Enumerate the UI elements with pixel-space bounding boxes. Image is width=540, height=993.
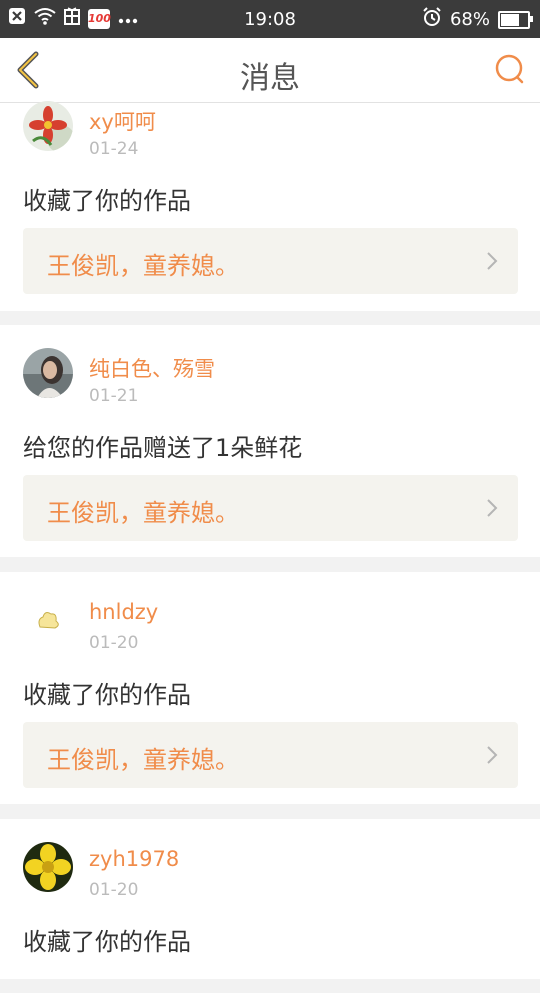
search-button[interactable] <box>494 53 526 85</box>
message-action: 给您的作品赠送了1朵鲜花 <box>23 434 303 462</box>
sender-name[interactable]: hnldzy <box>89 600 158 624</box>
message-card: zyh1978 01-20 收藏了你的作品 <box>0 819 540 979</box>
status-bar: 100 19:08 68% <box>0 0 540 38</box>
sender-name[interactable]: zyh1978 <box>89 847 179 871</box>
message-date: 01-20 <box>89 880 139 900</box>
message-action: 收藏了你的作品 <box>23 187 191 215</box>
battery-fill <box>501 13 519 26</box>
yellow-flower-avatar[interactable] <box>23 842 73 892</box>
battery-icon <box>498 10 533 29</box>
chevron-right-icon <box>487 499 498 517</box>
message-date: 01-21 <box>89 386 139 406</box>
work-title: 王俊凯，童养媳。 <box>47 746 239 774</box>
message-card: xy呵呵 01-24 收藏了你的作品 王俊凯，童养媳。 <box>0 101 540 311</box>
work-link[interactable]: 王俊凯，童养媳。 <box>23 228 518 294</box>
message-card: hnldzy 01-20 收藏了你的作品 王俊凯，童养媳。 <box>0 572 540 804</box>
chevron-right-icon <box>487 252 498 270</box>
alarm-icon <box>422 7 442 32</box>
message-date: 01-20 <box>89 633 139 653</box>
work-link[interactable]: 王俊凯，童养媳。 <box>23 722 518 788</box>
message-date: 01-24 <box>89 139 139 159</box>
search-icon <box>495 54 524 84</box>
message-action: 收藏了你的作品 <box>23 681 191 709</box>
work-title: 王俊凯，童养媳。 <box>47 252 239 280</box>
message-list: xy呵呵 01-24 收藏了你的作品 王俊凯，童养媳。 纯白色、殇雪 01-21… <box>0 101 540 993</box>
work-title: 王俊凯，童养媳。 <box>47 499 239 527</box>
nav-header: 消息 <box>0 38 540 103</box>
message-action: 收藏了你的作品 <box>23 928 191 956</box>
girl-avatar[interactable] <box>23 348 73 398</box>
flower-avatar[interactable] <box>23 101 73 151</box>
message-card: 纯白色、殇雪 01-21 给您的作品赠送了1朵鲜花 王俊凯，童养媳。 <box>0 325 540 557</box>
default-avatar[interactable] <box>23 595 73 645</box>
sender-name[interactable]: xy呵呵 <box>89 106 156 136</box>
chevron-right-icon <box>487 746 498 764</box>
sender-name[interactable]: 纯白色、殇雪 <box>89 353 215 383</box>
work-link[interactable]: 王俊凯，童养媳。 <box>23 475 518 541</box>
page-title: 消息 <box>240 61 300 96</box>
battery-percent: 68% <box>449 9 490 30</box>
